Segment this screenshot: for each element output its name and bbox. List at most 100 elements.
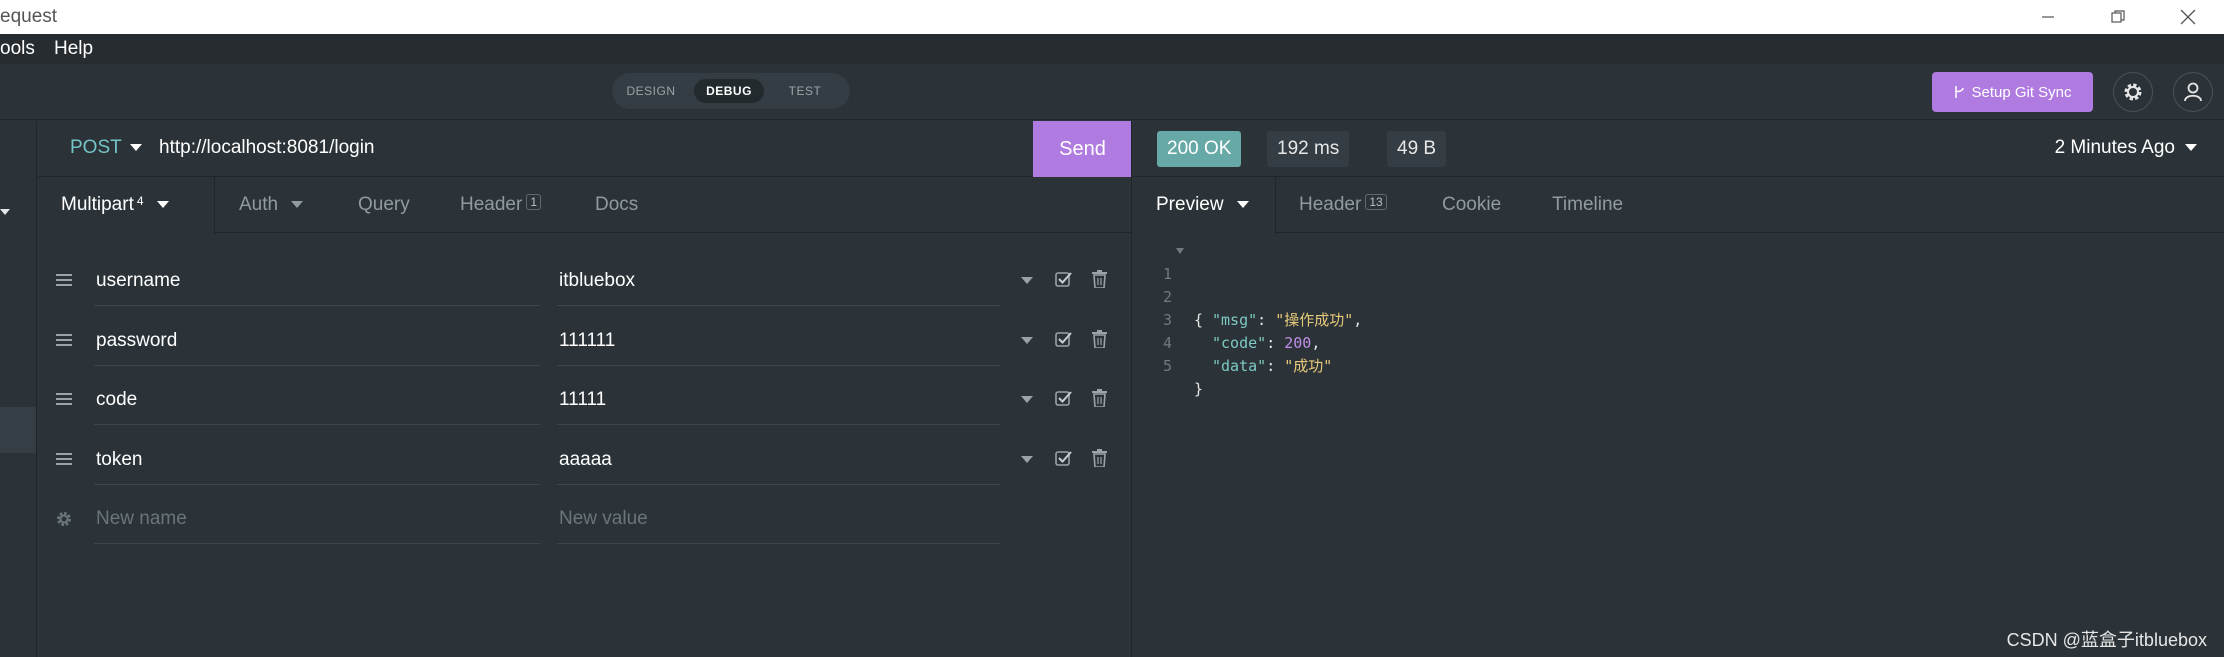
request-tabs: Multipart 4 Auth Query Header 1 Docs bbox=[38, 177, 1132, 234]
response-time-badge: 192 ms bbox=[1267, 131, 1350, 167]
param-value-input[interactable]: itbluebox bbox=[557, 258, 1000, 306]
code-line: 4 "data": "成功" bbox=[1132, 309, 1332, 375]
chevron-down-icon bbox=[129, 144, 142, 151]
tab-cookie[interactable]: Cookie bbox=[1442, 194, 1501, 216]
param-row: username itbluebox bbox=[38, 252, 1132, 312]
mode-test-tab[interactable]: TEST bbox=[774, 79, 836, 103]
chevron-down-icon bbox=[2185, 144, 2197, 151]
gear-icon bbox=[2124, 83, 2142, 101]
window-title: equest bbox=[0, 6, 58, 27]
tab-auth[interactable]: Auth bbox=[239, 194, 304, 216]
setup-git-sync-label: Setup Git Sync bbox=[1971, 83, 2072, 101]
param-type-dropdown[interactable] bbox=[1021, 337, 1033, 344]
settings-button[interactable] bbox=[2113, 72, 2153, 112]
param-value-input[interactable]: 11111 bbox=[557, 377, 1000, 425]
restore-button[interactable] bbox=[2088, 0, 2148, 34]
tab-multipart-label: Multipart bbox=[61, 194, 134, 215]
tab-query[interactable]: Query bbox=[358, 194, 410, 216]
url-bar: POST http://localhost:8081/login Send bbox=[38, 121, 1132, 177]
setup-git-sync-button[interactable]: Setup Git Sync bbox=[1932, 72, 2093, 112]
new-value-input[interactable]: New value bbox=[557, 496, 1000, 544]
code-line: 2 "msg": "操作成功", bbox=[1132, 263, 1362, 329]
drag-handle-icon[interactable] bbox=[56, 453, 72, 465]
code-text: } bbox=[1194, 380, 1204, 398]
gear-icon[interactable] bbox=[55, 510, 73, 528]
param-name-input[interactable]: username bbox=[94, 258, 540, 306]
param-type-dropdown[interactable] bbox=[1021, 396, 1033, 403]
mode-switch: DESIGN DEBUG TEST bbox=[612, 73, 850, 109]
param-name-input[interactable]: token bbox=[94, 437, 540, 485]
tab-header[interactable]: Header 1 bbox=[460, 194, 542, 216]
sidebar-selected-item[interactable] bbox=[0, 407, 36, 453]
minimize-button[interactable] bbox=[2018, 0, 2078, 34]
checkbox-checked-icon[interactable] bbox=[1055, 331, 1072, 348]
param-type-dropdown[interactable] bbox=[1021, 277, 1033, 284]
tab-header-label: Header bbox=[460, 194, 523, 215]
param-row: token aaaaa bbox=[38, 431, 1132, 491]
sidebar-edge bbox=[0, 121, 37, 657]
checkbox-checked-icon[interactable] bbox=[1055, 271, 1072, 288]
param-row: code 11111 bbox=[38, 371, 1132, 431]
response-meta-bar: 200 OK 192 ms 49 B 2 Minutes Ago bbox=[1132, 121, 2224, 177]
menu-tools[interactable]: ools bbox=[0, 38, 35, 60]
tab-preview-label: Preview bbox=[1156, 194, 1224, 215]
tab-docs[interactable]: Docs bbox=[595, 194, 638, 216]
mode-design-tab[interactable]: DESIGN bbox=[620, 79, 682, 103]
param-name-input[interactable]: code bbox=[94, 377, 540, 425]
trash-icon[interactable] bbox=[1092, 270, 1107, 288]
param-row: password 111111 bbox=[38, 312, 1132, 372]
checkbox-checked-icon[interactable] bbox=[1055, 450, 1072, 467]
param-value-input[interactable]: aaaaa bbox=[557, 437, 1000, 485]
code-line: 3 "code": 200, bbox=[1132, 286, 1320, 352]
drag-handle-icon[interactable] bbox=[56, 274, 72, 286]
menu-help[interactable]: Help bbox=[54, 38, 93, 60]
response-tabs: Preview Header 13 Cookie Timeline bbox=[1132, 177, 2224, 234]
url-input[interactable]: http://localhost:8081/login bbox=[159, 137, 375, 159]
response-size-badge: 49 B bbox=[1387, 131, 1447, 167]
drag-handle-icon[interactable] bbox=[56, 393, 72, 405]
user-icon bbox=[2184, 82, 2202, 102]
window-title-bar: equest bbox=[0, 0, 2224, 34]
method-label: POST bbox=[70, 137, 122, 158]
chevron-down-icon bbox=[1236, 200, 1249, 208]
new-name-input[interactable]: New name bbox=[94, 496, 540, 544]
drag-handle-icon[interactable] bbox=[56, 334, 72, 346]
code-line: 5 } bbox=[1132, 332, 1203, 398]
param-type-dropdown[interactable] bbox=[1021, 456, 1033, 463]
dropdown-caret-icon[interactable] bbox=[0, 209, 12, 217]
send-button[interactable]: Send bbox=[1033, 121, 1132, 177]
fold-icon[interactable] bbox=[1176, 248, 1184, 254]
chevron-down-icon bbox=[156, 200, 169, 208]
tab-multipart[interactable]: Multipart 4 bbox=[61, 194, 169, 216]
trash-icon[interactable] bbox=[1092, 389, 1107, 407]
tab-auth-label: Auth bbox=[239, 194, 279, 215]
code-text: "code": 200, bbox=[1212, 334, 1321, 352]
status-badge: 200 OK bbox=[1157, 131, 1242, 167]
menu-bar: ools Help bbox=[0, 34, 2224, 64]
tab-timeline[interactable]: Timeline bbox=[1552, 194, 1623, 216]
method-selector[interactable]: POST bbox=[70, 137, 142, 159]
close-button[interactable] bbox=[2158, 0, 2218, 34]
tab-response-header-count: 13 bbox=[1365, 194, 1387, 210]
close-icon bbox=[2180, 9, 2196, 25]
tab-response-header-label: Header bbox=[1299, 194, 1362, 215]
trash-icon[interactable] bbox=[1092, 449, 1107, 467]
toolbar: DESIGN DEBUG TEST Setup Git Sync bbox=[0, 64, 2224, 120]
chevron-down-icon bbox=[291, 200, 304, 208]
code-line: 1 { bbox=[1132, 240, 1203, 329]
account-button[interactable] bbox=[2173, 72, 2213, 112]
restore-icon bbox=[2111, 10, 2125, 23]
history-time-label: 2 Minutes Ago bbox=[2054, 137, 2175, 158]
history-dropdown[interactable]: 2 Minutes Ago bbox=[2055, 137, 2197, 159]
tab-response-header[interactable]: Header 13 bbox=[1299, 194, 1387, 216]
trash-icon[interactable] bbox=[1092, 330, 1107, 348]
code-text: "msg": "操作成功", bbox=[1212, 311, 1363, 329]
param-name-input[interactable]: password bbox=[94, 318, 540, 366]
checkbox-checked-icon[interactable] bbox=[1055, 390, 1072, 407]
param-value-input[interactable]: 111111 bbox=[557, 318, 1000, 366]
tab-multipart-count: 4 bbox=[136, 194, 144, 208]
mode-debug-tab[interactable]: DEBUG bbox=[694, 79, 764, 103]
tab-preview[interactable]: Preview bbox=[1156, 194, 1249, 216]
new-param-row: New name New value bbox=[38, 490, 1132, 550]
line-number: 5 bbox=[1162, 357, 1172, 375]
